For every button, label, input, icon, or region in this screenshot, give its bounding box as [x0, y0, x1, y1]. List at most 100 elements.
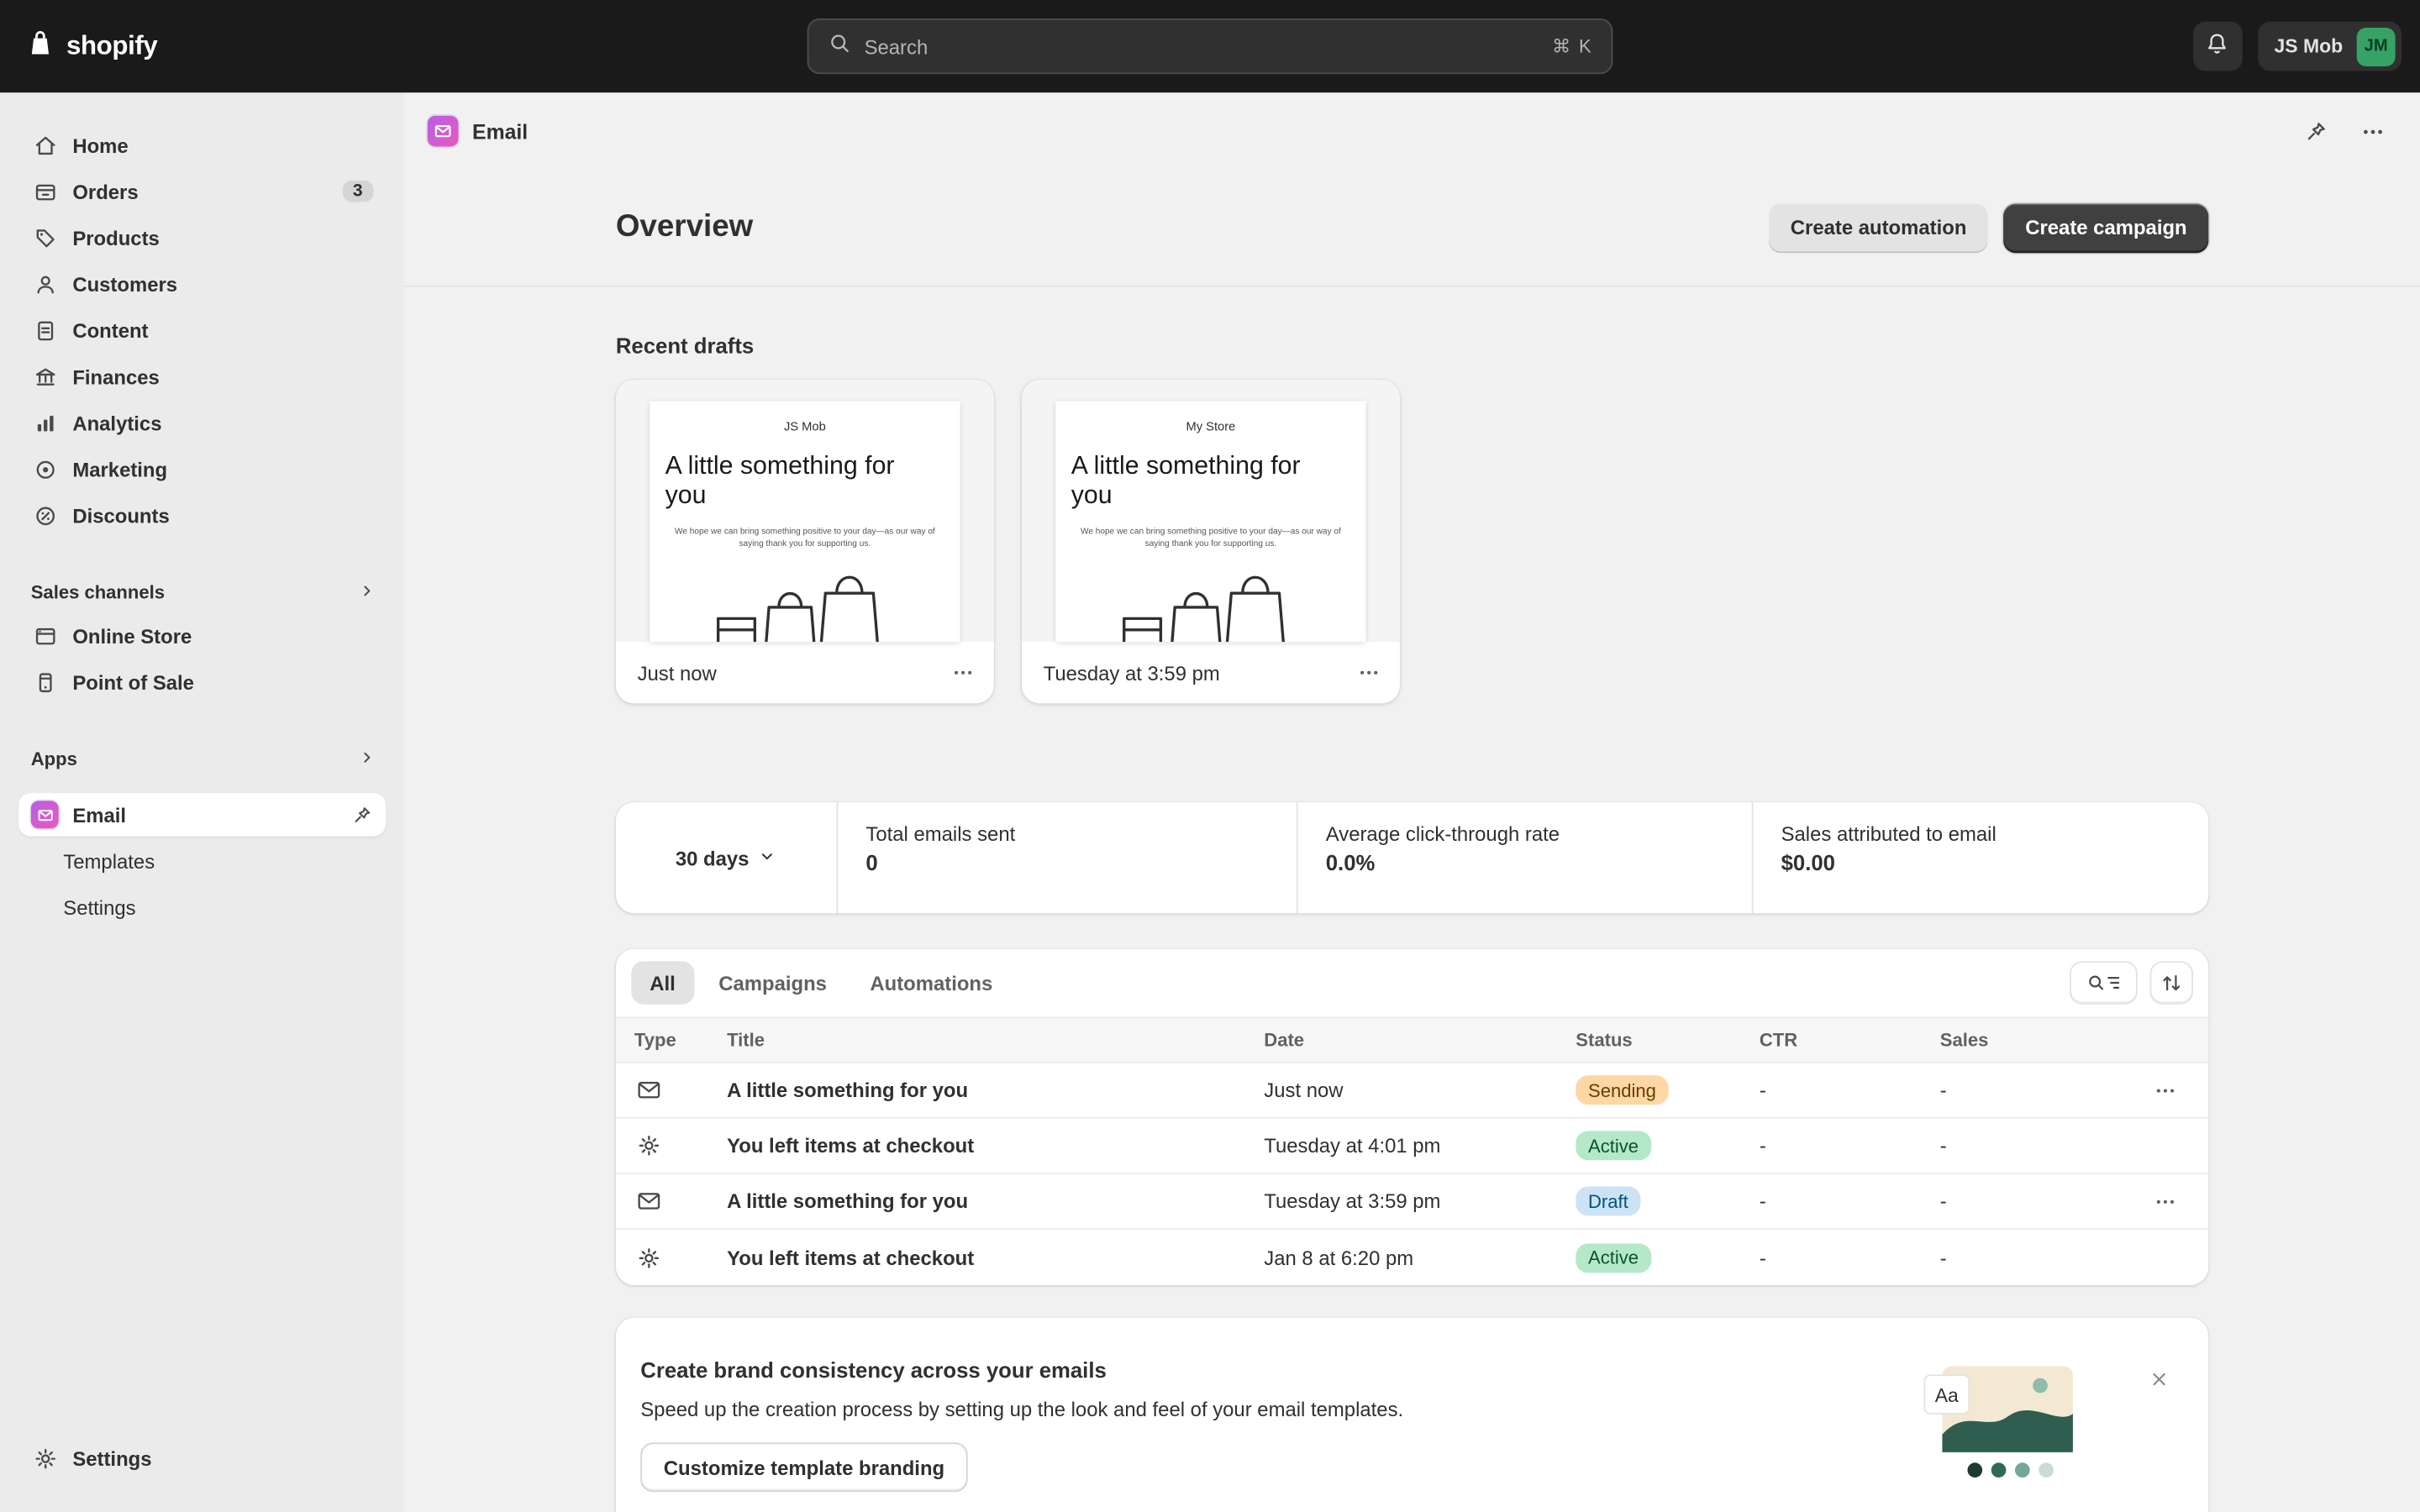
store-menu[interactable]: JS Mob JM — [2257, 22, 2402, 71]
sidebar-item-label: Content — [72, 318, 148, 342]
sidebar-item-label: Settings — [72, 1446, 151, 1470]
preview-subject: A little something for you — [1071, 452, 1303, 512]
sidebar-item-analytics[interactable]: Analytics — [18, 402, 386, 444]
column-ctr: CTR — [1760, 1029, 1940, 1051]
row-date: Tuesday at 3:59 pm — [1264, 1189, 1576, 1213]
row-overflow-menu-button[interactable] — [2147, 1072, 2184, 1109]
sidebar-item-finances[interactable]: Finances — [18, 354, 386, 397]
shopify-admin: shopify ⌘ K JS Mob — [0, 0, 2420, 1512]
sidebar-item-online-store[interactable]: Online Store — [18, 614, 386, 657]
sort-button[interactable] — [2150, 961, 2193, 1004]
preview-subject: A little something for you — [666, 452, 897, 512]
table-row[interactable]: You left items at checkout Tuesday at 4:… — [616, 1119, 2209, 1174]
sidebar-item-label: Point of Sale — [72, 670, 194, 694]
row-overflow-menu-button[interactable] — [2147, 1183, 2184, 1220]
draft-card[interactable]: JS Mob A little something for you We hop… — [616, 380, 994, 704]
shopping-bags-illustration — [706, 568, 903, 642]
draft-overflow-menu-button[interactable] — [1350, 654, 1387, 691]
branding-illustration: Aa — [1922, 1361, 2076, 1490]
column-title: Title — [727, 1029, 1264, 1051]
sidebar-item-orders[interactable]: Orders 3 — [18, 170, 386, 213]
point-of-sale-icon — [31, 668, 59, 696]
email-type-icon — [616, 1077, 727, 1103]
metric-value: 0 — [865, 850, 1296, 874]
bell-icon — [2204, 31, 2230, 62]
app-overflow-menu-button[interactable] — [2357, 115, 2390, 148]
metric-label: Sales attributed to email — [1781, 822, 2209, 846]
shopify-logo[interactable]: shopify — [24, 27, 157, 66]
sidebar-item-email-app[interactable]: Email — [18, 793, 386, 836]
column-date: Date — [1264, 1029, 1576, 1051]
search-input[interactable] — [865, 34, 1540, 58]
row-ctr: - — [1760, 1189, 1940, 1213]
sidebar-item-products[interactable]: Products — [18, 216, 386, 259]
section-title: Apps — [31, 748, 77, 770]
table-row[interactable]: A little something for you Just now Send… — [616, 1063, 2209, 1119]
row-date: Just now — [1264, 1079, 1576, 1102]
sidebar-item-content[interactable]: Content — [18, 308, 386, 351]
sidebar-item-home[interactable]: Home — [18, 123, 386, 166]
sidebar-item-marketing[interactable]: Marketing — [18, 448, 386, 491]
sidebar-item-discounts[interactable]: Discounts — [18, 494, 386, 537]
search-icon — [827, 30, 851, 63]
draft-timestamp: Tuesday at 3:59 pm — [1044, 661, 1220, 685]
metric-label: Average click-through rate — [1326, 822, 1752, 846]
shopify-wordmark: shopify — [66, 31, 157, 62]
search-filter-button[interactable] — [2070, 961, 2138, 1004]
sidebar-item-label: Finances — [72, 365, 160, 388]
draft-timestamp: Just now — [638, 661, 717, 685]
row-sales: - — [1940, 1134, 2088, 1158]
page-title: Overview — [616, 210, 753, 245]
close-banner-button[interactable] — [2144, 1364, 2175, 1395]
sidebar-item-point-of-sale[interactable]: Point of Sale — [18, 660, 386, 703]
chevron-right-icon — [358, 581, 376, 605]
status-badge: Draft — [1576, 1186, 1640, 1215]
metric-total-emails: Total emails sent 0 — [837, 802, 1297, 913]
tab-campaigns[interactable]: Campaigns — [700, 961, 845, 1004]
row-sales: - — [1940, 1246, 2088, 1269]
customers-icon — [31, 270, 59, 297]
branding-banner: Create brand consistency across your ema… — [616, 1318, 2209, 1512]
email-app-icon — [31, 801, 59, 828]
row-ctr: - — [1760, 1246, 1940, 1269]
shopping-bags-illustration — [1112, 568, 1309, 642]
pin-icon[interactable] — [350, 803, 374, 827]
tab-all[interactable]: All — [631, 961, 694, 1004]
orders-icon — [31, 177, 59, 205]
row-sales: - — [1940, 1079, 2088, 1102]
customize-template-branding-button[interactable]: Customize template branding — [640, 1442, 967, 1492]
discounts-icon — [31, 501, 59, 529]
sidebar: Home Orders 3 Products — [0, 92, 404, 1512]
notifications-button[interactable] — [2192, 22, 2242, 71]
sidebar-item-settings[interactable]: Settings — [18, 1436, 386, 1479]
sidebar-item-templates[interactable]: Templates — [18, 839, 386, 882]
email-preview: My Store A little something for you We h… — [1022, 380, 1400, 642]
email-type-icon — [616, 1188, 727, 1214]
column-status: Status — [1576, 1029, 1760, 1051]
sidebar-item-customers[interactable]: Customers — [18, 262, 386, 305]
table-header: Type Title Date Status CTR Sales — [616, 1016, 2209, 1063]
tab-automations[interactable]: Automations — [851, 961, 1011, 1004]
pin-app-button[interactable] — [2300, 115, 2333, 148]
table-row[interactable]: A little something for you Tuesday at 3:… — [616, 1174, 2209, 1230]
sidebar-item-label: Marketing — [72, 458, 167, 481]
sidebar-section-apps[interactable]: Apps — [18, 738, 386, 780]
column-sales: Sales — [1940, 1029, 2088, 1051]
email-preview: JS Mob A little something for you We hop… — [616, 380, 994, 642]
row-title: A little something for you — [727, 1189, 1264, 1213]
sidebar-item-label: Discounts — [72, 504, 169, 528]
chevron-right-icon — [358, 748, 376, 771]
section-title: Sales channels — [31, 581, 165, 603]
sidebar-section-sales-channels[interactable]: Sales channels — [18, 571, 386, 614]
draft-overflow-menu-button[interactable] — [944, 654, 981, 691]
row-title: You left items at checkout — [727, 1246, 1264, 1269]
date-range-select[interactable]: 30 days — [676, 846, 777, 869]
marketing-icon — [31, 455, 59, 483]
sidebar-item-email-settings[interactable]: Settings — [18, 885, 386, 928]
topbar: shopify ⌘ K JS Mob — [0, 0, 2420, 92]
draft-card[interactable]: My Store A little something for you We h… — [1022, 380, 1400, 704]
create-campaign-button[interactable]: Create campaign — [2004, 203, 2209, 253]
table-row[interactable]: You left items at checkout Jan 8 at 6:20… — [616, 1230, 2209, 1285]
create-automation-button[interactable]: Create automation — [1769, 203, 1988, 253]
global-search[interactable]: ⌘ K — [808, 18, 1613, 74]
